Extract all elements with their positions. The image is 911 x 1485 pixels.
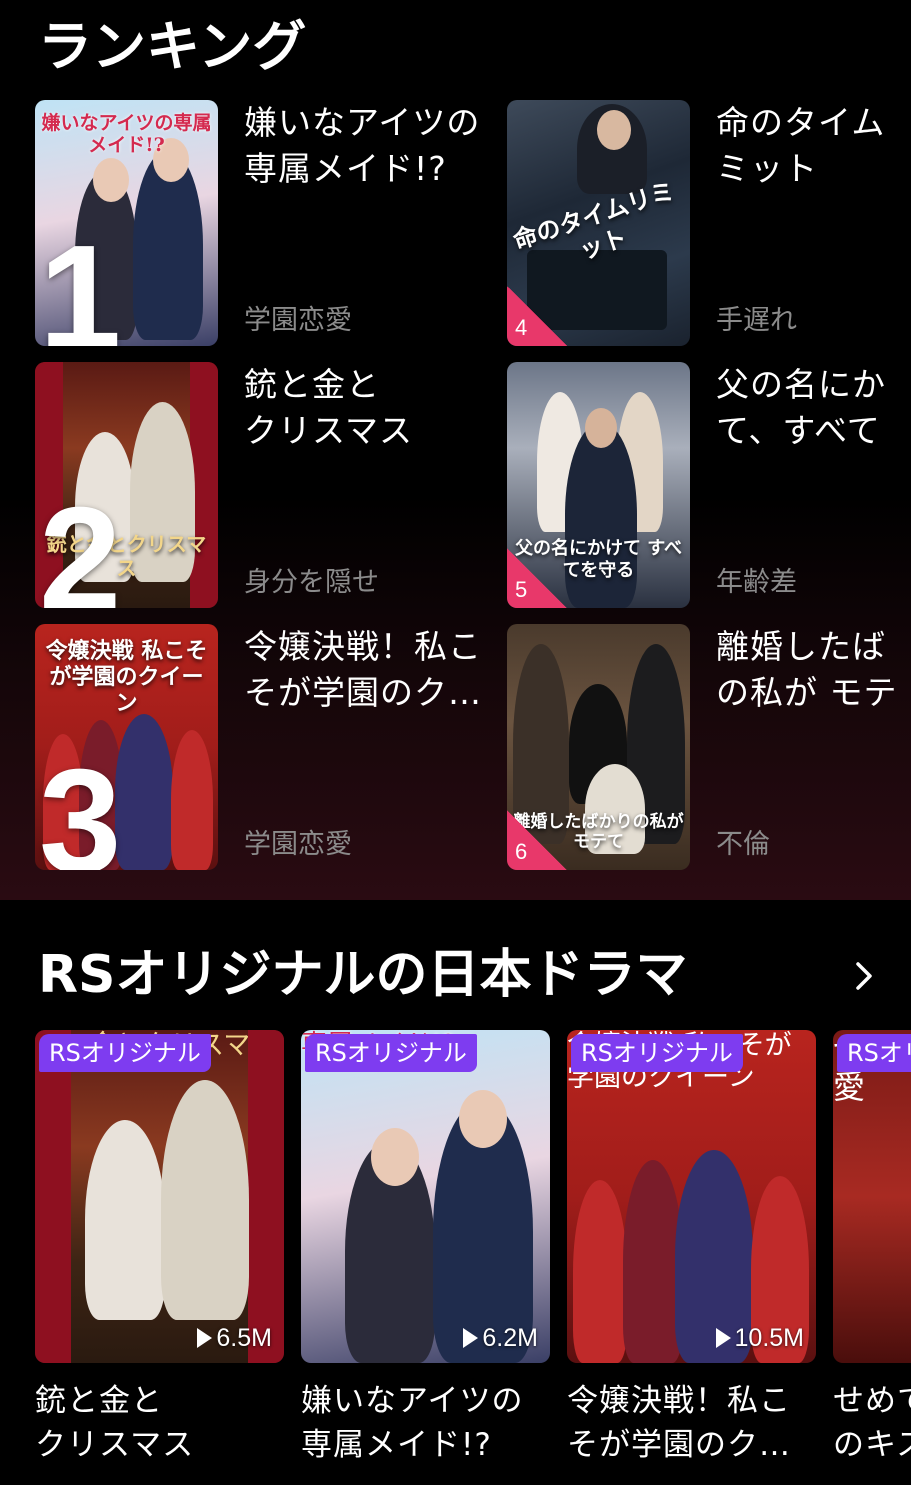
card-title: 銃と金と クリスマス	[35, 1383, 195, 1463]
card-poster: 銃と金とクリスマス RSオリジナル 6.5M	[35, 1030, 284, 1363]
ranking-item-title: 嫌いなアイツの 専属メイド!?	[244, 103, 481, 188]
ranking-poster: 父の名にかけて すべてを守る 5	[507, 362, 690, 608]
play-count: 10.5M	[715, 1323, 804, 1353]
rs-originals-header: RSオリジナルの日本ドラマ	[0, 940, 911, 1010]
play-icon	[463, 1328, 479, 1348]
rs-original-badge: RSオリ	[837, 1034, 911, 1072]
play-count-value: 6.5M	[216, 1324, 272, 1352]
rs-original-card[interactable]: 銃と金とクリスマス RSオリジナル 6.5M 銃と金と クリスマス	[35, 1030, 284, 1467]
ranking-poster: 令嬢決戦 私こそが学園のクイーン 3	[35, 624, 218, 870]
card-poster: せ 愛 RSオリ	[833, 1030, 911, 1363]
rank-number: 1	[39, 215, 122, 347]
play-icon	[715, 1328, 731, 1348]
ranking-poster: 銃と金とクリスマス 2	[35, 362, 218, 608]
ranking-item-4[interactable]: 命のタイムリミット 4 命のタイム ミット 手遅れ	[507, 100, 911, 346]
ranking-item-tag: 学園恋愛	[244, 829, 352, 860]
play-count: 6.2M	[463, 1323, 538, 1353]
ranking-item-title: 令嬢決戦！私こ そが学園のク…	[244, 627, 482, 712]
ranking-item-3[interactable]: 令嬢決戦 私こそが学園のクイーン 3 令嬢決戦！私こ そが学園のク… 学園恋愛	[35, 624, 481, 870]
play-count-value: 6.2M	[482, 1324, 538, 1352]
ranking-item-5[interactable]: 父の名にかけて すべてを守る 5 父の名にか て、すべて 年齢差	[507, 362, 911, 608]
ranking-item-title: 銃と金と クリスマス	[244, 365, 414, 450]
card-poster: 専属メイド!? RSオリジナル 6.2M	[301, 1030, 550, 1363]
play-count: 6.5M	[197, 1323, 272, 1353]
poster-title: 嫌いなアイツの専属メイド!?	[41, 112, 212, 156]
poster-title: 令嬢決戦 私こそが学園のクイーン	[45, 638, 208, 716]
rs-originals-title: RSオリジナルの日本ドラマ	[38, 945, 688, 1005]
card-title: 令嬢決戦！私こ そが学園のク…	[567, 1383, 791, 1463]
rank-number: 5	[515, 577, 528, 602]
ranking-item-title: 命のタイム ミット	[716, 103, 886, 188]
rs-original-card[interactable]: 専属メイド!? RSオリジナル 6.2M 嫌いなアイツの 専属メイド!?	[301, 1030, 550, 1467]
ranking-poster: 嫌いなアイツの専属メイド!? 1	[35, 100, 218, 346]
ranking-item-tag: 手遅れ	[716, 305, 797, 336]
ranking-item-6[interactable]: 離婚したばかりの私がモテて 6 離婚したば の私が モテ 不倫	[507, 624, 911, 870]
card-title: 嫌いなアイツの 専属メイド!?	[301, 1383, 524, 1463]
play-count-value: 10.5M	[734, 1324, 804, 1352]
ranking-item-tag: 年齢差	[716, 567, 797, 598]
ranking-item-title: 離婚したば の私が モテ	[716, 627, 898, 712]
ranking-item-tag: 身分を隠せ	[244, 567, 379, 598]
rank-number: 2	[39, 477, 122, 609]
play-icon	[197, 1328, 213, 1348]
rank-number: 3	[39, 739, 122, 871]
rs-original-badge: RSオリジナル	[39, 1034, 211, 1072]
ranking-item-2[interactable]: 銃と金とクリスマス 2 銃と金と クリスマス 身分を隠せ	[35, 362, 475, 608]
ranking-item-title: 父の名にか て、すべて	[716, 365, 886, 450]
rank-number: 6	[515, 839, 528, 864]
rs-original-card[interactable]: 令嬢決戦 私こそが学園のクイーン RSオリジナル 10.5M 令嬢決戦！私こ そ…	[567, 1030, 816, 1467]
ranking-poster: 命のタイムリミット 4	[507, 100, 690, 346]
rank-number: 4	[515, 315, 528, 340]
ranking-item-tag: 学園恋愛	[244, 305, 352, 336]
chevron-right-icon[interactable]	[846, 958, 882, 994]
rs-original-badge: RSオリジナル	[571, 1034, 743, 1072]
rs-original-card[interactable]: せ 愛 RSオリ せめて のキス	[833, 1030, 911, 1467]
card-poster: 令嬢決戦 私こそが学園のクイーン RSオリジナル 10.5M	[567, 1030, 816, 1363]
rs-original-badge: RSオリジナル	[305, 1034, 477, 1072]
ranking-item-1[interactable]: 嫌いなアイツの専属メイド!? 1 嫌いなアイツの 専属メイド!? 学園恋愛	[35, 100, 479, 346]
ranking-item-tag: 不倫	[716, 829, 770, 860]
card-title: せめて のキス	[833, 1383, 911, 1463]
ranking-title: ランキング	[38, 15, 307, 78]
ranking-poster: 離婚したばかりの私がモテて 6	[507, 624, 690, 870]
